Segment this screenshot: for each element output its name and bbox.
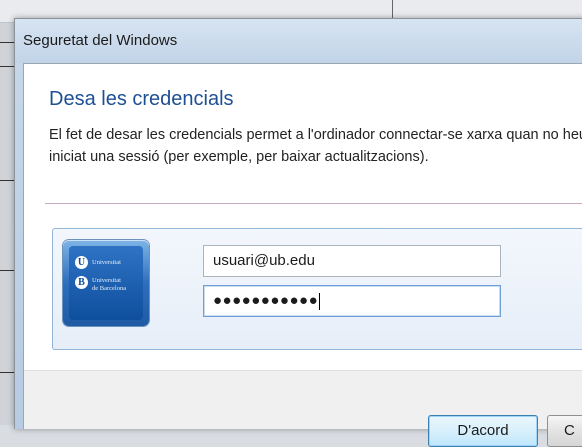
logo-text: de Barcelona: [92, 285, 127, 292]
ub-logo-tile: U B Universitat Universitat de Barcelona: [63, 240, 149, 326]
logo-text: Universitat: [92, 259, 121, 266]
dialog-footer: D'acord C: [24, 370, 582, 447]
dialog-body: Desa les credencials El fet de desar les…: [23, 63, 582, 447]
cancel-button[interactable]: C: [547, 415, 582, 447]
main-instruction: Desa les credencials: [49, 88, 234, 110]
dialog-title: Seguretat del Windows: [23, 32, 178, 49]
ub-logo: U B Universitat Universitat de Barcelona: [69, 246, 143, 320]
logo-letter-b: B: [75, 276, 88, 289]
password-value: ●●●●●●●●●●●: [213, 292, 319, 309]
text-caret: [319, 292, 321, 310]
credentials-dialog: Seguretat del Windows Desa les credencia…: [14, 18, 582, 447]
separator: [45, 203, 582, 204]
logo-text: Universitat: [92, 277, 121, 284]
credential-tile-panel: U B Universitat Universitat de Barcelona…: [52, 228, 582, 350]
dialog-titlebar[interactable]: Seguretat del Windows: [15, 19, 582, 63]
logo-letter-u: U: [75, 256, 88, 269]
username-value: usuari@ub.edu: [213, 252, 315, 269]
username-field[interactable]: usuari@ub.edu: [203, 245, 501, 277]
description-text: El fet de desar les credencials permet a…: [49, 127, 582, 165]
ok-button[interactable]: D'acord: [428, 415, 538, 447]
password-field[interactable]: ●●●●●●●●●●●: [203, 285, 501, 317]
